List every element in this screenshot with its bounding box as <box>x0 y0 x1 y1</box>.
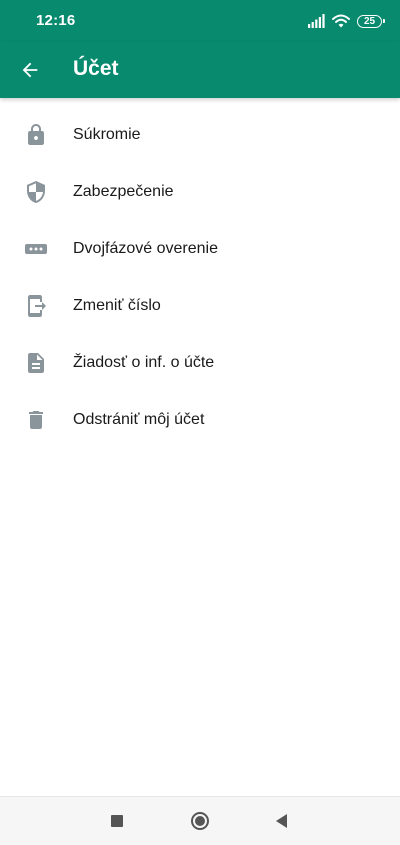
menu-item-account-info[interactable]: Žiadosť o inf. o účte <box>0 334 400 391</box>
account-menu-list: Súkromie Zabezpečenie Dvojfázové overeni… <box>0 106 400 448</box>
shield-icon <box>24 180 48 204</box>
status-icons: 25 <box>308 11 385 31</box>
page-title: Účet <box>73 57 119 80</box>
triangle-back-icon <box>276 814 287 828</box>
recents-button[interactable] <box>105 809 129 833</box>
signal-icon <box>308 14 325 28</box>
battery-icon: 25 <box>357 14 385 28</box>
menu-item-delete-account[interactable]: Odstrániť môj účet <box>0 391 400 448</box>
menu-item-security[interactable]: Zabezpečenie <box>0 163 400 220</box>
home-button[interactable] <box>188 809 212 833</box>
document-icon <box>24 351 48 375</box>
lock-icon <box>24 123 48 147</box>
menu-item-privacy[interactable]: Súkromie <box>0 106 400 163</box>
menu-item-label: Dvojfázové overenie <box>73 239 218 257</box>
menu-item-change-number[interactable]: Zmeniť číslo <box>0 277 400 334</box>
arrow-back-icon <box>22 62 38 78</box>
menu-item-label: Žiadosť o inf. o účte <box>73 353 215 371</box>
phone-forward-icon <box>24 294 48 318</box>
status-time: 12:16 <box>36 12 76 29</box>
square-icon <box>111 815 123 827</box>
menu-item-two-step[interactable]: Dvojfázové overenie <box>0 220 400 277</box>
back-button[interactable] <box>12 52 48 88</box>
system-nav-bar <box>0 796 400 845</box>
menu-item-label: Súkromie <box>73 125 141 143</box>
trash-icon <box>24 408 48 432</box>
app-bar: Účet <box>0 42 400 98</box>
status-bar: 12:16 25 <box>0 0 400 42</box>
circle-icon <box>191 812 209 830</box>
menu-item-label: Zmeniť číslo <box>73 296 161 314</box>
menu-item-label: Zabezpečenie <box>73 182 174 200</box>
battery-level: 25 <box>363 15 376 27</box>
wifi-icon <box>332 14 350 28</box>
nav-back-button[interactable] <box>270 809 294 833</box>
dots-icon <box>24 237 48 261</box>
menu-item-label: Odstrániť môj účet <box>73 410 205 428</box>
